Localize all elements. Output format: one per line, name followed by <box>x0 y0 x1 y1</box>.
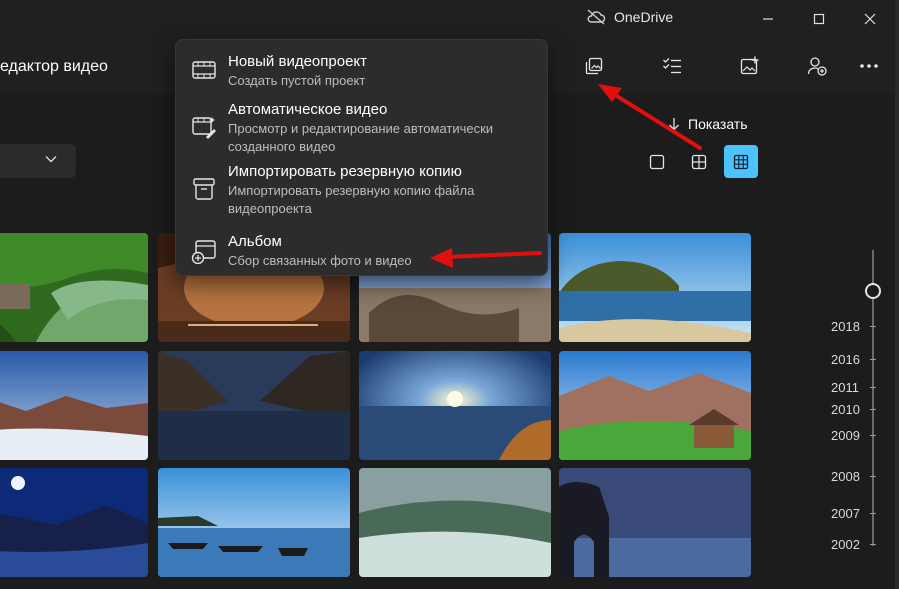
view-large-button[interactable] <box>640 145 674 178</box>
maximize-button[interactable] <box>796 0 842 38</box>
photo-tile-fjord[interactable] <box>158 351 350 460</box>
menu-item-desc: Просмотр и редактирование автоматически … <box>228 121 494 154</box>
video-project-icon <box>192 61 216 79</box>
photo-tile-mesa-sea[interactable] <box>559 233 751 342</box>
import-button[interactable] <box>734 52 766 80</box>
show-button[interactable]: Показать <box>668 116 748 132</box>
menu-item-desc: Импортировать резервную копию файла виде… <box>228 183 475 216</box>
maximize-icon <box>813 13 825 25</box>
year-tick <box>870 544 876 545</box>
year-tick <box>870 359 876 360</box>
year-tick <box>870 409 876 410</box>
cloud-off-icon <box>587 9 606 25</box>
filter-dropdown[interactable] <box>0 144 76 178</box>
year-tick <box>870 326 876 327</box>
photo-boats <box>158 468 350 577</box>
photo-tile-alpine-house[interactable] <box>559 351 751 460</box>
year-label[interactable]: 2018 <box>831 319 860 334</box>
onedrive-status[interactable]: OneDrive <box>586 9 673 25</box>
photo-snow-rocks <box>0 351 148 460</box>
photo-arch-rock <box>559 468 751 577</box>
photo-tile-snow-rocks[interactable] <box>0 351 148 460</box>
photo-tile-arch-rock[interactable] <box>559 468 751 577</box>
year-tick <box>870 513 876 514</box>
select-button[interactable] <box>656 52 688 80</box>
year-label[interactable]: 2016 <box>831 352 860 367</box>
grid-9-icon <box>733 154 749 169</box>
photo-night-hills <box>0 468 148 577</box>
grid-4-icon <box>691 154 707 169</box>
minimize-button[interactable] <box>745 0 791 38</box>
onedrive-label: OneDrive <box>614 9 674 25</box>
window-edge <box>895 0 899 589</box>
year-label[interactable]: 2009 <box>831 428 860 443</box>
new-item-button[interactable] <box>578 52 610 80</box>
year-label[interactable]: 2007 <box>831 506 860 521</box>
photo-mesa-sea <box>559 233 751 342</box>
new-item-menu: Новый видеопроект Создать пустой проект … <box>175 39 548 276</box>
photo-tile-night-hills[interactable] <box>0 468 148 577</box>
menu-item-import-backup[interactable]: Импортировать резервную копию Импортиров… <box>176 162 547 226</box>
menu-item-new-video-project[interactable]: Новый видеопроект Создать пустой проект <box>176 40 547 96</box>
menu-item-title: Новый видеопроект <box>228 53 368 70</box>
more-icon <box>860 64 878 68</box>
year-tick <box>870 387 876 388</box>
title-bar: OneDrive <box>0 0 899 38</box>
menu-item-auto-video[interactable]: Автоматическое видео Просмотр и редактир… <box>176 98 547 162</box>
photo-river <box>0 233 148 342</box>
photo-tile-misty-forest[interactable] <box>359 468 551 577</box>
add-person-icon <box>807 57 827 76</box>
photo-misty-forest <box>359 468 551 577</box>
square-icon <box>649 154 665 169</box>
album-icon <box>191 240 216 264</box>
view-medium-button[interactable] <box>682 145 716 178</box>
menu-item-title: Альбом <box>228 233 282 250</box>
photo-tile-sunset-lake[interactable] <box>359 351 551 460</box>
year-label[interactable]: 2008 <box>831 469 860 484</box>
menu-item-album[interactable]: Альбом Сбор связанных фото и видео <box>176 226 547 274</box>
app-title: едактор видео <box>0 58 108 75</box>
year-tick <box>870 476 876 477</box>
minimize-icon <box>763 18 773 20</box>
close-icon <box>864 13 876 25</box>
menu-item-desc: Создать пустой проект <box>228 73 366 88</box>
close-button[interactable] <box>847 0 893 38</box>
photo-fjord <box>158 351 350 460</box>
more-options-button[interactable] <box>853 52 885 80</box>
auto-video-icon <box>192 117 216 139</box>
photo-alpine-house <box>559 351 751 460</box>
add-person-button[interactable] <box>801 52 833 80</box>
menu-item-title: Автоматическое видео <box>228 101 388 118</box>
photo-tile-boats[interactable] <box>158 468 350 577</box>
show-label: Показать <box>688 116 748 132</box>
photo-sunset-lake <box>359 351 551 460</box>
photo-tile-river[interactable] <box>0 233 148 342</box>
import-photo-icon <box>740 56 759 75</box>
timeline-thumb[interactable] <box>865 283 881 299</box>
view-small-button[interactable] <box>724 145 758 178</box>
archive-icon <box>193 178 215 200</box>
new-video-project-icon <box>585 57 603 75</box>
chevron-down-icon <box>45 156 57 163</box>
arrow-down-icon <box>669 118 679 131</box>
checklist-icon <box>663 58 681 74</box>
menu-item-title: Импортировать резервную копию <box>228 163 462 180</box>
menu-item-desc: Сбор связанных фото и видео <box>228 253 412 268</box>
year-label[interactable]: 2011 <box>831 380 859 395</box>
year-label[interactable]: 2010 <box>831 402 860 417</box>
year-tick <box>870 435 876 436</box>
year-label[interactable]: 2002 <box>831 537 860 552</box>
